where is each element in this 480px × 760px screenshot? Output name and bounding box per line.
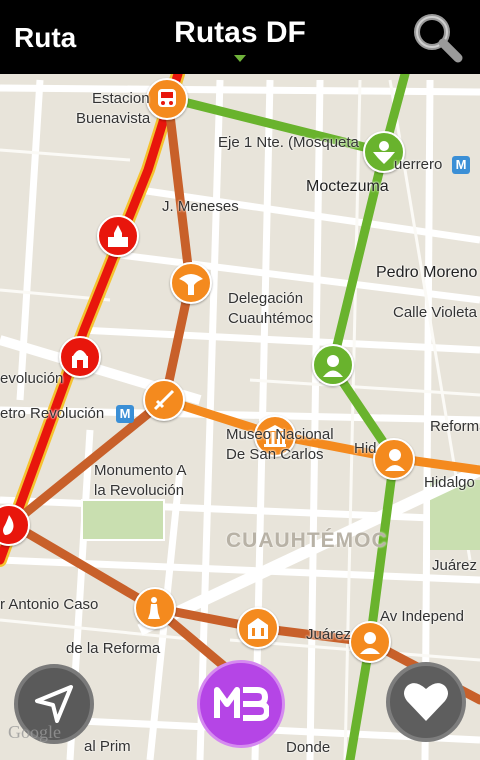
label-de-la-reforma: de la Reforma — [66, 640, 161, 657]
label-museo: Museo Nacional — [226, 426, 334, 443]
label-av-independencia: Av Independ — [380, 608, 464, 625]
label-antonio-caso: r Antonio Caso — [0, 596, 99, 613]
label-moctezuma: Moctezuma — [306, 178, 389, 195]
label-estacion: Estacion — [92, 90, 150, 107]
label-pedro-moreno: Pedro Moreno — [376, 264, 478, 281]
sword-icon — [153, 389, 175, 411]
metrobus-logo-icon — [214, 687, 269, 721]
label-metro-revolucion: etro Revolución — [0, 405, 105, 422]
label-delegacion: Delegación — [228, 290, 304, 307]
label-juarez-bottom: Juárez — [306, 626, 352, 643]
label-al-prim: al Prim — [84, 738, 131, 755]
label-buenavista: Buenavista — [76, 110, 151, 127]
metrobus-button[interactable] — [197, 660, 285, 748]
metro-revolucion-badge: M — [116, 405, 134, 423]
label-district-cuauhtemoc: CUAUHTÉMOC — [226, 529, 388, 552]
station-bucareli[interactable] — [237, 607, 279, 649]
hidalgo-portrait-icon — [385, 449, 405, 471]
station-buenavista[interactable] — [146, 78, 188, 120]
station-plaza-republica[interactable] — [143, 379, 185, 421]
station-reforma-monument[interactable] — [134, 587, 176, 629]
label-guerrero: uerrero — [394, 156, 443, 173]
fire-icon — [3, 515, 14, 535]
label-donde: Donde — [286, 739, 331, 756]
label-meneses: J. Meneses — [162, 198, 239, 215]
metro-guerrero-badge: M — [452, 156, 470, 174]
label-hid: Hid — [354, 440, 377, 457]
label-la-revolucion: la Revolución — [94, 482, 185, 499]
train-icon — [158, 89, 176, 107]
app-header: Ruta Rutas DF — [0, 0, 480, 74]
favorites-button[interactable] — [386, 662, 466, 742]
title-dropdown-caret-icon[interactable] — [234, 55, 246, 62]
statue-icon — [148, 597, 160, 619]
label-eje1nte: Eje 1 Nte. (Mosqueta — [218, 134, 359, 151]
station-juarez[interactable] — [349, 621, 391, 663]
station-revolucion[interactable] — [59, 336, 101, 378]
station-revolucion-church[interactable] — [97, 215, 139, 257]
google-logo: Google — [8, 722, 61, 742]
search-button[interactable] — [408, 8, 466, 66]
heart-icon — [404, 683, 448, 721]
label-hidalgo: Hidalgo — [424, 474, 475, 491]
station-hidalgo[interactable] — [373, 438, 415, 480]
label-monumento: Monumento A — [94, 462, 187, 479]
church-icon — [108, 225, 128, 247]
label-revolucion: evolución — [0, 370, 64, 387]
station-delegacion[interactable] — [170, 262, 212, 304]
label-calle-violeta: Calle Violeta — [393, 304, 477, 321]
label-san-carlos: De San Carlos — [226, 446, 324, 463]
building-icon — [248, 618, 268, 639]
label-reforma-right: Reforma — [430, 418, 480, 435]
map-view[interactable]: Estacion Buenavista Eje 1 Nte. (Mosqueta… — [0, 74, 480, 760]
monument-icon — [72, 350, 88, 368]
navigation-arrow-icon — [35, 685, 73, 723]
juarez-portrait-icon — [360, 632, 380, 654]
eagle-icon — [179, 274, 203, 295]
label-juarez-right: Juárez — [432, 557, 478, 574]
label-cuauhtemoc-deleg: Cuauhtémoc — [228, 310, 314, 327]
station-juarez-orange[interactable] — [312, 344, 354, 386]
portrait-icon — [323, 355, 343, 377]
search-icon — [414, 14, 463, 63]
